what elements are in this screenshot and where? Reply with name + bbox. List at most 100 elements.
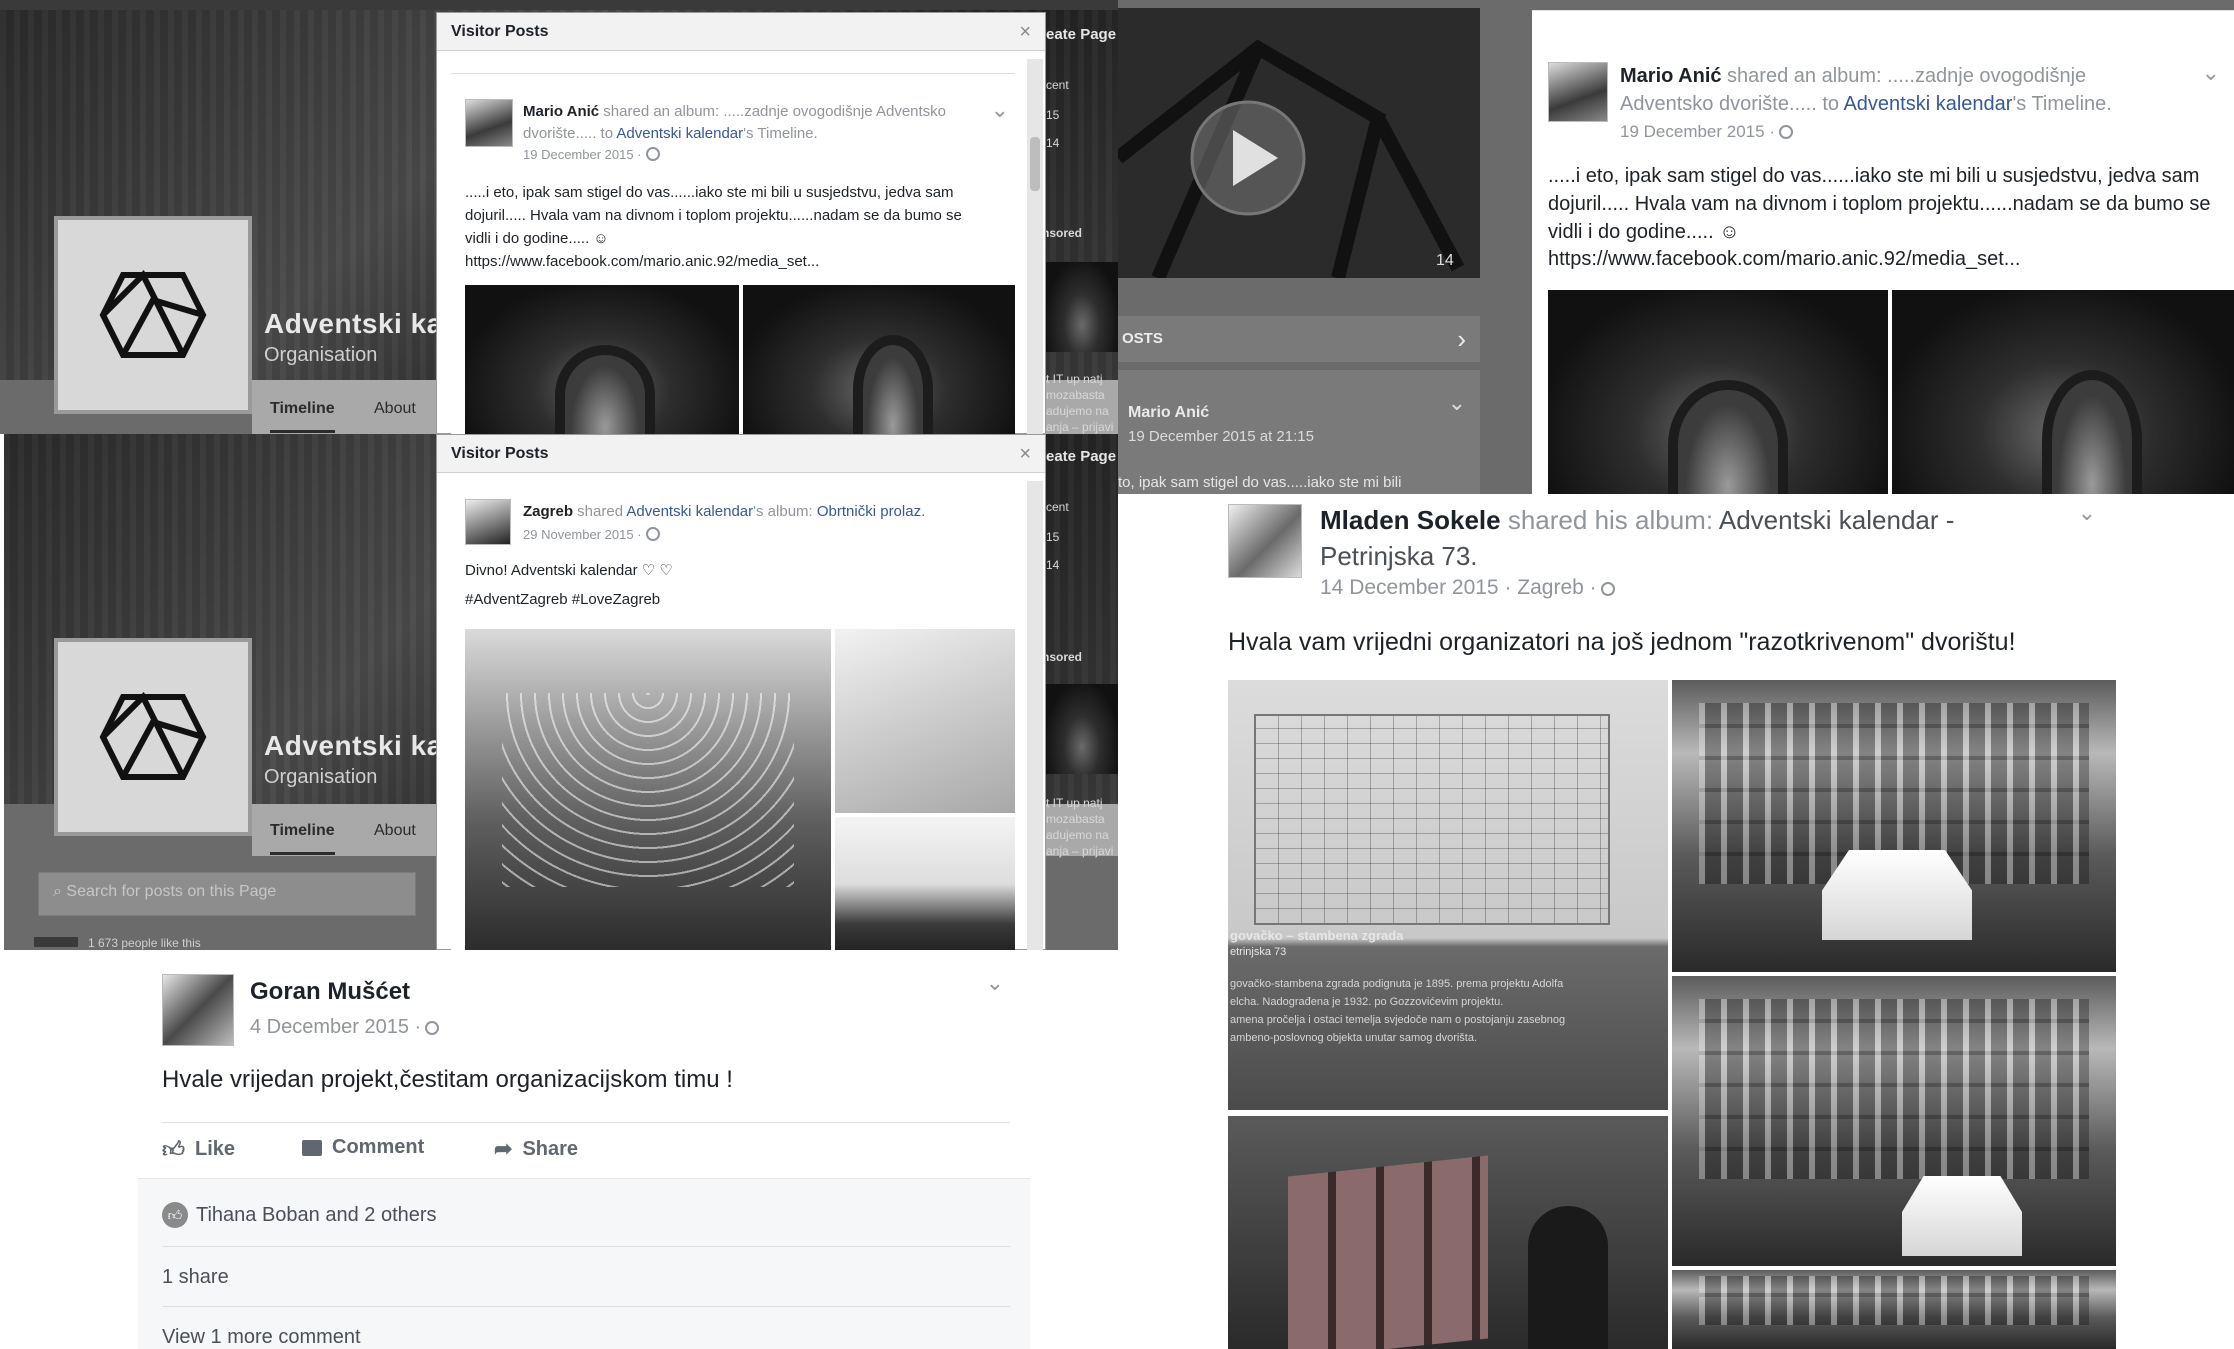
tab-about[interactable]: About [374,400,416,418]
post-date[interactable]: 29 November 2015 · [523,527,660,542]
visitor-date: 19 December 2015 at 21:15 [1128,428,1314,445]
page-name[interactable]: Adventski ka [264,308,443,340]
scrollbar-thumb[interactable] [1030,137,1040,191]
avatar[interactable] [1548,62,1608,122]
post-target[interactable]: Adventski kalendar [1843,93,2012,115]
video-thumbnail[interactable]: 14 [1118,8,1480,281]
post-author[interactable]: Zagreb [523,503,573,520]
tab-timeline[interactable]: Timeline [270,400,335,433]
tab-timeline[interactable]: Timeline [270,822,335,855]
album-photo-1[interactable] [465,285,739,434]
album-photo-courtyard-3[interactable] [1672,1270,2116,1349]
chevron-down-icon[interactable]: ⌄ [2078,500,2096,526]
comment-button[interactable]: Comment [302,1136,424,1159]
post-author[interactable]: Mario Anić [1620,65,1722,87]
plan-caption-subtitle: etrinjska 73 [1230,946,1287,958]
post-link[interactable]: https://www.facebook.com/mario.anic.92/m… [465,253,819,270]
side-recent: cent [1046,500,1069,514]
side-recent: cent [1046,78,1069,92]
globe-icon [1778,125,1793,139]
post-mladen: Mladen Sokele shared his album: Adventsk… [1204,494,2124,1349]
album-photo-1[interactable] [465,629,831,950]
post-date[interactable]: 19 December 2015 · [1620,122,1793,142]
reactions-summary[interactable]: 👍︎ Tihana Boban and 2 others [162,1202,437,1228]
post-link[interactable]: https://www.facebook.com/mario.anic.92/m… [1548,248,2020,271]
post-goran: Goran Mušćet 4 December 2015 · ⌄ Hvale v… [138,950,1030,1349]
post-action: shared his album: [1500,505,1719,535]
likes-text: 1 673 people like this [88,936,201,950]
post-target[interactable]: Adventski kalendar [616,125,743,142]
album-photo-2[interactable] [1892,290,2234,494]
page-name[interactable]: Adventski ka [264,730,443,762]
post-hashtags[interactable]: #AdventZagreb #LoveZagreb [465,591,660,608]
side-ad-text-4: anja – prijavi [1046,420,1114,434]
post-author[interactable]: Mario Anić [523,103,599,120]
post-date[interactable]: 14 December 2015 · Zagreb · [1320,576,1615,600]
visitor-snippet: to, ipak sam stigel do vas.....iako ste … [1118,474,1402,491]
reactions-text: Tihana Boban and 2 others [196,1203,437,1226]
post-target[interactable]: Adventski kalendar [626,503,753,520]
post-text: .....i eto, ipak sam stigel do vas......… [1548,165,2211,243]
chevron-down-icon[interactable]: ⌄ [2202,60,2220,86]
post-date-text[interactable]: 19 December 2015 · [523,147,642,162]
side-ad-text-3: adujemo na [1046,828,1109,842]
album-photo-sign[interactable] [1228,1116,1668,1349]
post-date-text[interactable]: 19 December 2015 · [1620,122,1775,141]
album-photo-3[interactable] [835,817,1015,950]
screenshot-page-zagreb: Adventski ka Organisation Timeline About… [4,434,1118,950]
album-photo-courtyard-1[interactable] [1672,680,2116,972]
album-photo-courtyard-2[interactable] [1672,976,2116,1266]
likes-count: 1 673 people like this [34,936,201,950]
modal-title: Visitor Posts [451,23,549,40]
album-photo-2[interactable] [835,629,1015,813]
chevron-down-icon[interactable]: ⌄ [986,970,1004,996]
create-page-button[interactable]: eate Page [1046,26,1116,43]
post-text: Hvala vam vrijedni organizatori na još j… [1228,628,2016,656]
like-button[interactable]: 👍︎ Like [162,1136,235,1163]
adventski-logo-icon [1118,39,1465,281]
post-target-suffix: 's album: [753,503,817,520]
post-date-text[interactable]: 29 November 2015 · [523,527,642,542]
album-photo-plan[interactable]: govačko – stambena zgrada etrinjska 73 g… [1228,680,1668,1110]
share-count[interactable]: 1 share [162,1266,229,1289]
post-author[interactable]: Mladen Sokele [1320,505,1501,535]
avatar[interactable] [162,974,234,1046]
post-date[interactable]: 19 December 2015 · [523,147,660,162]
post-date-text[interactable]: 14 December 2015 · Zagreb · [1320,576,1597,599]
adventski-logo-icon [99,692,207,780]
avatar[interactable] [465,99,513,147]
page-profile-picture[interactable] [54,638,252,836]
close-icon[interactable]: × [1019,21,1031,44]
close-icon[interactable]: × [1019,443,1031,466]
chevron-down-icon[interactable]: ⌄ [1448,390,1466,416]
avatar[interactable] [1228,504,1302,578]
posts-section-header[interactable]: OSTS › [1118,316,1480,362]
plan-caption-line-4: ambeno-poslovnog objekta unutar samog dv… [1230,1032,1478,1044]
chevron-right-icon[interactable]: › [1457,324,1466,355]
post-author[interactable]: Goran Mušćet [250,978,410,1006]
post-action: shared [573,503,627,520]
post-album[interactable]: Obrtnički prolaz. [817,503,925,520]
comment-icon [302,1139,322,1156]
search-placeholder: Search for posts on this Page [66,883,277,900]
album-photo-1[interactable] [1548,290,1888,494]
page-search-input[interactable]: ⌕ Search for posts on this Page [38,872,416,916]
share-button[interactable]: ➦ Share [494,1136,578,1162]
visitor-name[interactable]: Mario Anić [1128,404,1209,422]
like-label: Like [195,1138,236,1160]
avatar[interactable] [465,499,511,545]
post-date-text[interactable]: 4 December 2015 · [250,1016,421,1038]
screenshot-page-mario: Adventski ka Organisation Timeline About… [0,0,1118,434]
modal-header: Visitor Posts × [437,435,1045,473]
post-date[interactable]: 4 December 2015 · [250,1016,440,1039]
side-ad-image [1046,684,1118,774]
tab-about[interactable]: About [374,822,416,840]
view-more-comments[interactable]: View 1 more comment [162,1326,361,1349]
post-header: Mario Anić shared an album: .....zadnje … [1620,62,2180,118]
page-profile-picture[interactable] [54,216,252,414]
modal-scrollbar[interactable] [1027,59,1043,434]
modal-scrollbar[interactable] [1027,481,1043,950]
album-photo-2[interactable] [743,285,1015,434]
create-page-button[interactable]: eate Page [1046,448,1116,465]
chevron-down-icon[interactable]: ⌄ [991,97,1009,123]
